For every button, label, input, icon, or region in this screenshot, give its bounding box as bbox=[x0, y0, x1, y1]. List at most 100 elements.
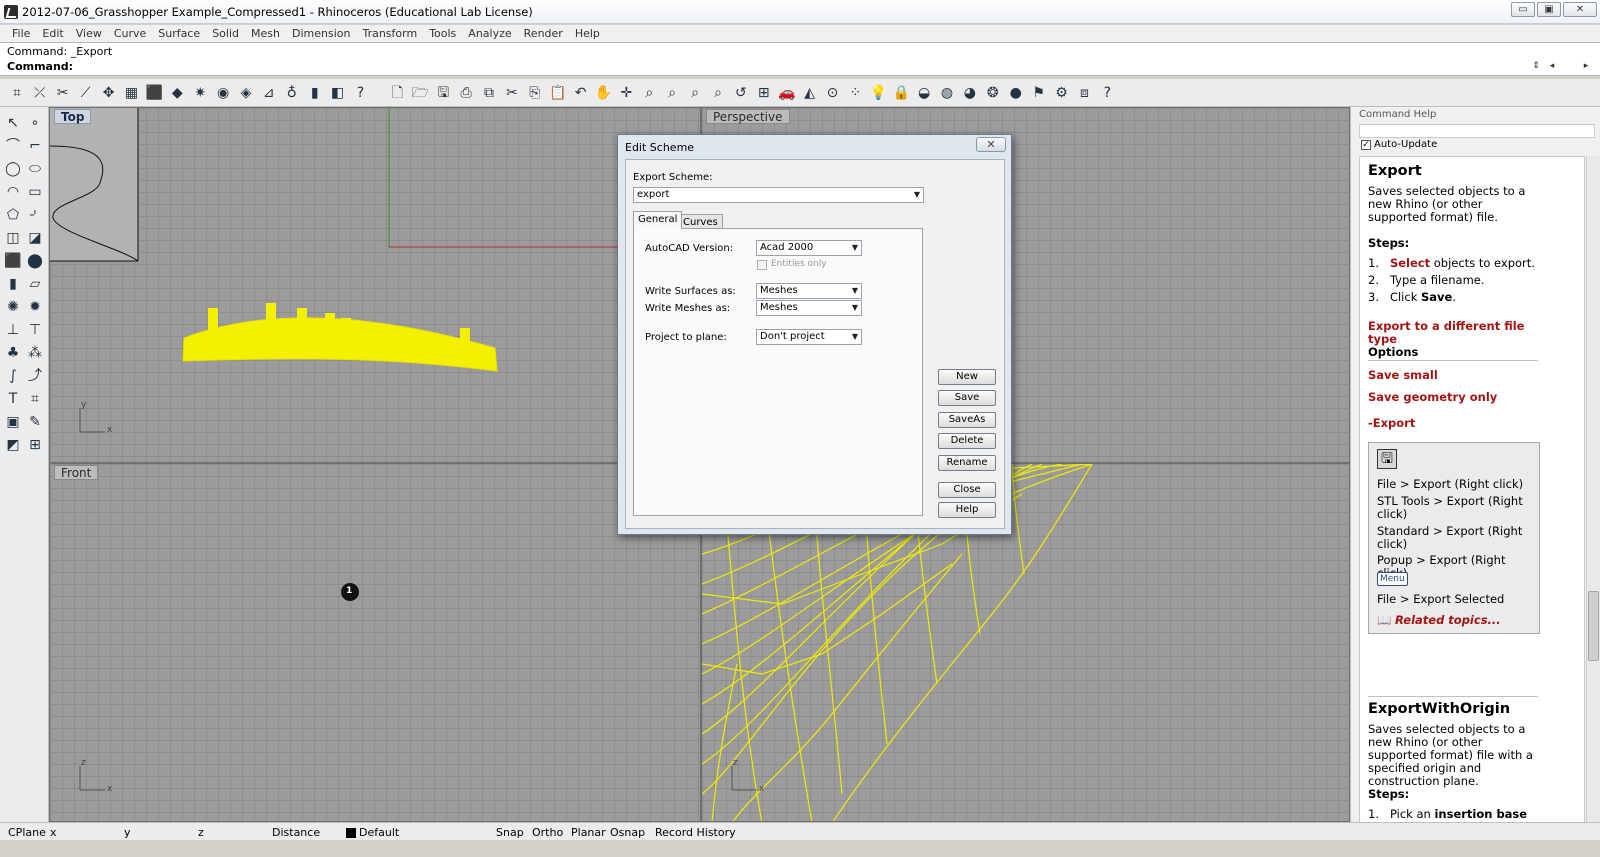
zoom-extents-icon[interactable]: ⌕ bbox=[686, 84, 704, 102]
fillet-icon[interactable]: ⌏ bbox=[25, 205, 45, 225]
rotate-view-icon[interactable]: ✛ bbox=[617, 84, 635, 102]
project-to-plane-select[interactable]: Don't project ▼ bbox=[756, 329, 862, 345]
menu-solid[interactable]: Solid bbox=[206, 25, 245, 42]
move-icon[interactable]: ✥ bbox=[100, 84, 118, 102]
render-icon[interactable]: ◉ bbox=[214, 84, 232, 102]
help-icon[interactable]: ? bbox=[352, 84, 370, 102]
new-file-icon[interactable]: 🗋 bbox=[388, 84, 406, 102]
shaded-icon[interactable]: ◭ bbox=[801, 84, 819, 102]
zoom-previous-icon[interactable]: ↺ bbox=[732, 84, 750, 102]
ellipse-icon[interactable]: ⬭ bbox=[25, 159, 45, 179]
circle-icon[interactable]: ◯ bbox=[3, 159, 23, 179]
gear-sphere-icon[interactable]: ❂ bbox=[984, 84, 1002, 102]
auto-update-checkbox[interactable]: ✓ bbox=[1361, 140, 1371, 150]
flag-icon[interactable]: ⚑ bbox=[1030, 84, 1048, 102]
menu-help[interactable]: Help bbox=[569, 25, 606, 42]
polygon-icon[interactable]: ⬠ bbox=[3, 205, 23, 225]
command-input[interactable] bbox=[62, 58, 1522, 72]
layer-icon[interactable]: ◧ bbox=[329, 84, 347, 102]
help-scroll-thumb[interactable] bbox=[1588, 591, 1599, 661]
zoom-selected-icon[interactable]: ⌕ bbox=[709, 84, 727, 102]
viewport-front[interactable]: Front 1 z x bbox=[49, 463, 701, 822]
delete-button[interactable]: Delete bbox=[938, 433, 996, 449]
command-right-icon[interactable]: ▸ bbox=[1580, 60, 1592, 72]
help-topic-icon[interactable]: ? bbox=[1098, 84, 1116, 102]
select-link[interactable]: Select bbox=[1390, 256, 1430, 270]
export-different-type-link[interactable]: Export to a different file type bbox=[1368, 320, 1538, 346]
dialog-close-button[interactable]: ✕ bbox=[976, 137, 1006, 152]
clipboard-icon[interactable]: 📋 bbox=[549, 84, 567, 102]
lightbulb-icon[interactable]: 💡 bbox=[869, 84, 887, 102]
open-folder-icon[interactable]: 🗁 bbox=[411, 84, 429, 102]
write-meshes-select[interactable]: Meshes ▼ bbox=[756, 300, 862, 316]
shield-icon[interactable]: ◒ bbox=[915, 84, 933, 102]
array-grid-icon[interactable]: ▣ bbox=[3, 412, 23, 432]
group-icon[interactable]: ♣ bbox=[3, 343, 23, 363]
block-icon[interactable]: ⌗ bbox=[25, 389, 45, 409]
menu-render[interactable]: Render bbox=[518, 25, 569, 42]
trim-icon[interactable]: ✂ bbox=[54, 84, 72, 102]
yellow-mesh-object[interactable] bbox=[182, 317, 498, 372]
menu-transform[interactable]: Transform bbox=[356, 25, 423, 42]
cplane-icon[interactable]: ⊙ bbox=[824, 84, 842, 102]
close-button[interactable]: Close bbox=[938, 482, 996, 498]
curve-tools-icon[interactable]: ⤫ bbox=[31, 84, 49, 102]
help-button[interactable]: Help bbox=[938, 502, 996, 518]
plane-icon[interactable]: ▱ bbox=[25, 274, 45, 294]
menu-mesh[interactable]: Mesh bbox=[245, 25, 286, 42]
color-wheel-icon[interactable]: ◍ bbox=[938, 84, 956, 102]
arc-icon[interactable]: ◠ bbox=[3, 182, 23, 202]
write-surfaces-select[interactable]: Meshes ▼ bbox=[756, 283, 862, 299]
blend-icon[interactable]: ∫ bbox=[3, 366, 23, 386]
grid-icon[interactable]: ⧈ bbox=[1075, 84, 1093, 102]
minimize-button[interactable]: ▭ bbox=[1511, 2, 1535, 17]
zoom-icon[interactable]: ⌕ bbox=[640, 84, 658, 102]
mesh-icon[interactable]: ✷ bbox=[191, 84, 209, 102]
viewport-top[interactable]: Top y x bbox=[49, 107, 701, 463]
maximize-button[interactable]: ▣ bbox=[1537, 2, 1561, 17]
new-button[interactable]: New bbox=[938, 369, 996, 385]
save-button[interactable]: Save bbox=[938, 390, 996, 406]
copy-icon[interactable]: ⧉ bbox=[480, 84, 498, 102]
tab-general[interactable]: General bbox=[633, 211, 683, 229]
rectangle-icon[interactable]: ▭ bbox=[25, 182, 45, 202]
align-icon[interactable]: ⊥ bbox=[3, 320, 23, 340]
menu-surface[interactable]: Surface bbox=[152, 25, 206, 42]
text-icon[interactable]: T bbox=[3, 389, 23, 409]
four-views-icon[interactable]: ⊞ bbox=[755, 84, 773, 102]
layer-color-swatch[interactable] bbox=[346, 828, 356, 838]
paste-icon[interactable]: ⎘ bbox=[526, 84, 544, 102]
cut-icon[interactable]: ✂ bbox=[503, 84, 521, 102]
gear-icon[interactable]: ⚙ bbox=[1053, 84, 1071, 102]
explode-icon[interactable]: ✹ bbox=[25, 297, 45, 317]
view-cube-icon[interactable]: ◩ bbox=[3, 435, 23, 455]
light-icon[interactable]: ♁ bbox=[283, 84, 301, 102]
menu-edit[interactable]: Edit bbox=[36, 25, 69, 42]
save-icon[interactable]: 🖫 bbox=[434, 84, 452, 102]
pan-icon[interactable]: ✋ bbox=[595, 84, 613, 102]
command-spin-icon[interactable]: ⇕ bbox=[1530, 60, 1542, 72]
menu-curve[interactable]: Curve bbox=[108, 25, 152, 42]
viewport-label-top[interactable]: Top bbox=[54, 109, 92, 124]
point-icon[interactable]: ∘ bbox=[25, 113, 45, 133]
viewport-label-perspective[interactable]: Perspective bbox=[706, 109, 790, 124]
related-topics-link[interactable]: Related topics... bbox=[1395, 613, 1501, 627]
transform-gear-icon[interactable]: ✺ bbox=[3, 297, 23, 317]
status-ortho[interactable]: Ortho bbox=[532, 826, 563, 839]
print-icon[interactable]: ⎙ bbox=[457, 84, 475, 102]
help-search-input[interactable] bbox=[1359, 124, 1595, 138]
menu-view[interactable]: View bbox=[70, 25, 108, 42]
car-icon[interactable]: 🚗 bbox=[778, 84, 796, 102]
split-icon[interactable]: ⟋ bbox=[77, 84, 95, 102]
edit-curve-icon[interactable]: ✎ bbox=[25, 412, 45, 432]
material-icon[interactable]: ◈ bbox=[237, 84, 255, 102]
points-icon[interactable]: ⁘ bbox=[846, 84, 864, 102]
zoom-window-icon[interactable]: ⌕ bbox=[663, 84, 681, 102]
status-planar[interactable]: Planar bbox=[571, 826, 606, 839]
sweep-icon[interactable]: ⤴ bbox=[25, 366, 45, 386]
status-osnap[interactable]: Osnap bbox=[610, 826, 645, 839]
snap-icon[interactable]: ⌗ bbox=[8, 84, 26, 102]
polyline-icon[interactable]: ⌒ bbox=[3, 136, 23, 156]
select-arrow-icon[interactable]: ↖ bbox=[3, 113, 23, 133]
undo-icon[interactable]: ↶ bbox=[572, 84, 590, 102]
